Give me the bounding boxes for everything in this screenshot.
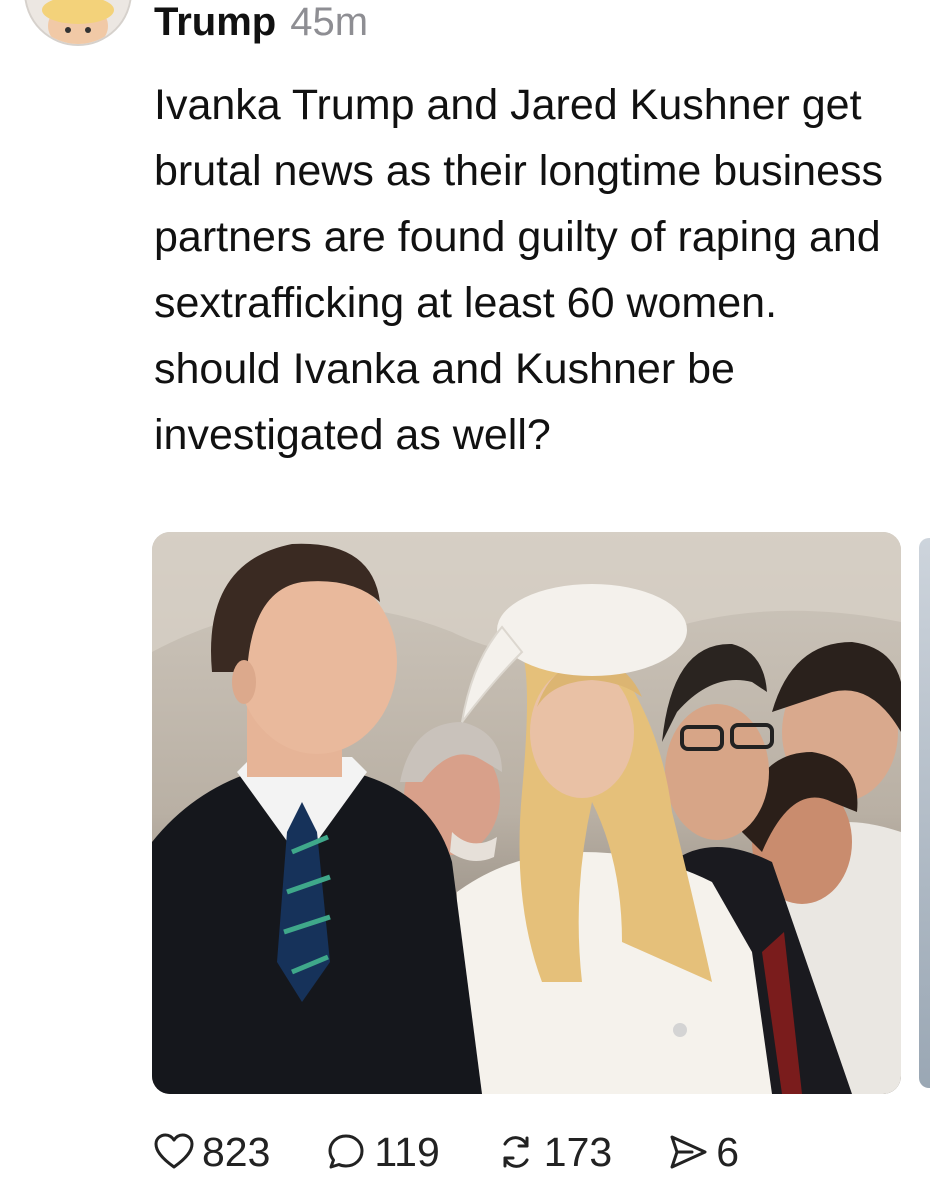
post-text: Ivanka Trump and Jared Kushner get bruta… [154, 81, 883, 459]
share-count: 6 [716, 1128, 740, 1175]
post-actions: 823 119 173 6 [152, 1124, 793, 1180]
author-name[interactable]: Trump [154, 0, 276, 45]
next-image-peek[interactable] [919, 538, 930, 1088]
heart-icon [154, 1133, 194, 1169]
reply-button[interactable]: 119 [324, 1128, 440, 1176]
post-timestamp: 45m [290, 0, 369, 44]
share-button[interactable]: 6 [666, 1129, 739, 1176]
repost-count: 173 [543, 1128, 613, 1175]
author-avatar[interactable] [24, 0, 132, 46]
avatar-illustration [26, 0, 130, 44]
photo-illustration [152, 532, 901, 1094]
repost-button[interactable]: 173 [494, 1129, 612, 1176]
like-button[interactable]: 823 [152, 1129, 270, 1176]
repost-icon [503, 1136, 529, 1168]
comment-icon [328, 1134, 364, 1169]
post-image[interactable] [152, 532, 901, 1094]
send-icon [670, 1135, 707, 1169]
reply-count: 119 [374, 1128, 440, 1175]
like-count: 823 [202, 1128, 271, 1175]
post-header: Trump 45m [154, 0, 368, 44]
